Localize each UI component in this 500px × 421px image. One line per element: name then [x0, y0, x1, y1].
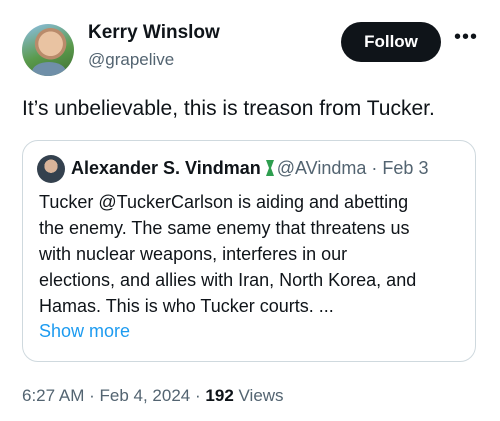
quoted-line: with nuclear weapons, interferes in our [39, 244, 348, 264]
quoted-line: elections, and allies with Iran, North K… [39, 270, 417, 290]
tweet-header: Kerry Winslow @grapelive Follow ••• [22, 20, 478, 80]
follow-button[interactable]: Follow [341, 22, 441, 62]
tweet-date[interactable]: Feb 4, 2024 [100, 386, 191, 405]
quoted-line: Hamas. This is who Tucker courts. ... [39, 296, 334, 316]
footer-separator: · [195, 386, 201, 405]
quoted-tweet-card[interactable]: Alexander S. Vindman @AVindma · Feb 3 Tuc… [22, 140, 476, 362]
tweet-time[interactable]: 6:27 AM [22, 386, 84, 405]
meta-separator: · [371, 158, 378, 178]
avatar-shirt [32, 62, 66, 76]
quoted-line: Tucker @TuckerCarlson is aiding and abet… [39, 192, 409, 212]
quoted-tweet-header: Alexander S. Vindman @AVindma · Feb 3 [71, 155, 428, 181]
author-name[interactable]: Kerry Winslow [88, 22, 220, 44]
quoted-line: the enemy. The same enemy that threatens… [39, 218, 410, 238]
quoted-date: Feb 3 [382, 158, 429, 178]
views-label: Views [238, 386, 284, 405]
tweet-footer: 6:27 AM · Feb 4, 2024 · 192 Views [22, 386, 284, 406]
quoted-author-avatar [37, 155, 65, 183]
quoted-author-name: Alexander S. Vindman [71, 158, 261, 178]
views-count[interactable]: 192 [205, 386, 233, 405]
show-more-link[interactable]: Show more [39, 321, 130, 342]
quoted-author-handle: @AVindma [276, 158, 367, 178]
author-handle[interactable]: @grapelive [88, 50, 174, 70]
more-options-icon[interactable]: ••• [454, 27, 478, 50]
quoted-tweet-body: Tucker @TuckerCarlson is aiding and abet… [39, 189, 464, 319]
footer-separator: · [89, 386, 95, 405]
tweet-text: It’s unbelievable, this is treason from … [22, 97, 435, 120]
verified-badge-icon [265, 160, 274, 176]
author-avatar[interactable] [22, 24, 74, 76]
